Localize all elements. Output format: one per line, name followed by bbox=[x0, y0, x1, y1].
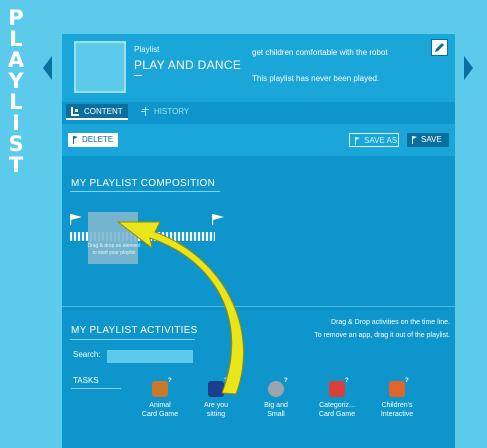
help-icon[interactable]: ? bbox=[345, 378, 349, 384]
children-icon bbox=[389, 381, 405, 397]
previous-playlist-arrow[interactable] bbox=[43, 56, 52, 80]
playlist-vertical-title: P L A Y L I S T bbox=[6, 8, 26, 176]
start-flag-icon bbox=[70, 214, 82, 225]
app-name-line: Small bbox=[267, 411, 285, 418]
activities-title: MY PLAYLIST ACTIVITIES bbox=[71, 325, 198, 336]
save-as-button[interactable]: SAVE AS bbox=[349, 133, 399, 147]
playlist-status: This playlist has never been played. bbox=[252, 74, 380, 83]
app-name-line: Card Game bbox=[318, 411, 356, 418]
name-dash bbox=[134, 75, 142, 76]
app-name-line: Children's bbox=[381, 402, 413, 409]
app-are-you-sitting[interactable]: ? Are you sitting bbox=[190, 378, 242, 419]
help-icon[interactable]: ? bbox=[405, 378, 409, 384]
app-label: Big and Small bbox=[250, 401, 302, 419]
next-playlist-arrow[interactable] bbox=[464, 56, 473, 80]
playlist-header: Playlist PLAY AND DANCE get children com… bbox=[62, 34, 455, 102]
playlist-panel: Playlist PLAY AND DANCE get children com… bbox=[62, 34, 455, 448]
drop-hint: Drag & drop an element to start your pla… bbox=[87, 243, 141, 256]
title-letter: I bbox=[12, 111, 20, 135]
pencil-icon bbox=[435, 43, 444, 52]
tasks-label: TASKS bbox=[73, 376, 99, 385]
playlist-label: Playlist bbox=[134, 45, 160, 54]
delete-icon bbox=[73, 136, 78, 144]
instruction-line: Drag & Drop activities on the time line. bbox=[330, 319, 450, 326]
save-button[interactable]: SAVE bbox=[407, 133, 449, 147]
categorize-icon bbox=[329, 381, 345, 397]
delete-button[interactable]: DELETE bbox=[68, 133, 118, 147]
app-name-line: Categoriz... bbox=[319, 402, 355, 409]
help-icon[interactable]: ? bbox=[168, 378, 172, 384]
tasks-underline bbox=[71, 388, 121, 389]
app-label: Children's Interactive bbox=[371, 401, 423, 419]
tab-history-label: HISTORY bbox=[154, 107, 190, 116]
app-big-and-small[interactable]: ? Big and Small bbox=[250, 378, 302, 419]
content-icon bbox=[71, 107, 79, 116]
search-label: Search: bbox=[73, 350, 101, 359]
delete-label: DELETE bbox=[82, 135, 114, 144]
activities-underline bbox=[70, 339, 195, 340]
playlist-description: get children comfortable with the robot bbox=[252, 48, 388, 57]
help-icon[interactable]: ? bbox=[284, 378, 288, 384]
toolbar: DELETE SAVE AS SAVE bbox=[62, 124, 455, 156]
animal-icon bbox=[152, 381, 168, 397]
app-label: Animal Card Game bbox=[134, 401, 186, 419]
tab-content[interactable]: CONTENT bbox=[66, 104, 128, 120]
big-small-icon bbox=[268, 381, 284, 397]
tab-history[interactable]: HISTORY bbox=[136, 104, 196, 120]
app-categorize-card-game[interactable]: ? Categoriz... Card Game bbox=[311, 378, 363, 419]
save-label: SAVE bbox=[421, 135, 442, 144]
title-letter: Y bbox=[8, 69, 24, 93]
section-divider bbox=[62, 306, 455, 307]
app-childrens-interactive[interactable]: ? Children's Interactive bbox=[371, 378, 423, 419]
help-icon[interactable]: ? bbox=[224, 378, 228, 384]
title-letter: S bbox=[8, 132, 24, 156]
app-animal-card-game[interactable]: ? Animal Card Game bbox=[134, 378, 186, 419]
app-label: Are you sitting bbox=[190, 401, 242, 419]
app-name-line: Big and bbox=[264, 402, 288, 409]
edit-button[interactable] bbox=[431, 39, 448, 56]
instruction-line: To remove an app, drag it out of the pla… bbox=[314, 332, 450, 339]
title-letter: P bbox=[8, 6, 24, 30]
search-input[interactable] bbox=[107, 350, 193, 363]
activities-instructions: Drag & Drop activities on the time line.… bbox=[272, 316, 450, 342]
playlist-thumbnail[interactable] bbox=[74, 41, 126, 93]
app-label: Categoriz... Card Game bbox=[311, 401, 363, 419]
composition-title: MY PLAYLIST COMPOSITION bbox=[71, 178, 216, 189]
title-letter: L bbox=[9, 90, 23, 114]
app-name-line: Are you bbox=[203, 402, 229, 409]
save-flag-icon bbox=[412, 136, 417, 144]
save-as-label: SAVE AS bbox=[364, 136, 398, 145]
history-icon bbox=[141, 107, 149, 116]
title-letter: L bbox=[9, 27, 23, 51]
save-as-icon bbox=[355, 137, 360, 145]
tab-content-label: CONTENT bbox=[84, 107, 123, 116]
app-name-line: Animal bbox=[149, 402, 171, 409]
app-name-line: Card Game bbox=[141, 411, 179, 418]
title-letter: A bbox=[7, 48, 25, 72]
sitting-icon bbox=[208, 381, 224, 397]
title-letter: T bbox=[8, 153, 24, 177]
app-name-line: sitting bbox=[206, 411, 226, 418]
app-name-line: Interactive bbox=[380, 411, 414, 418]
tab-bar: CONTENT HISTORY bbox=[62, 104, 455, 120]
end-flag-icon bbox=[212, 214, 224, 225]
playlist-name: PLAY AND DANCE bbox=[134, 58, 242, 72]
composition-underline bbox=[70, 191, 220, 192]
